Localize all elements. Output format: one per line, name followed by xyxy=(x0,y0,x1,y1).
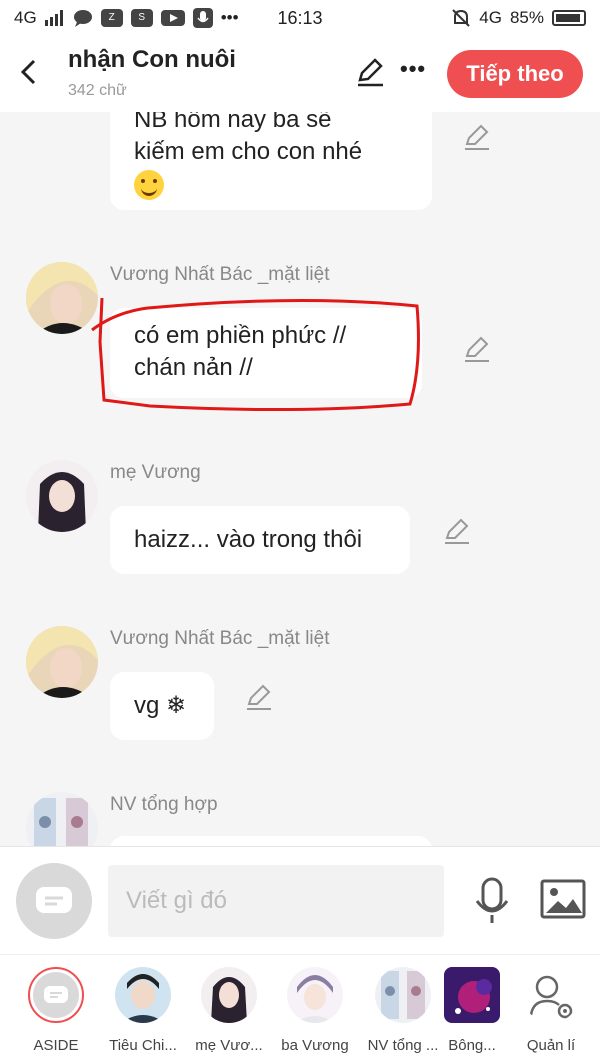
page-title: nhận Con nuôi xyxy=(68,46,236,73)
avatar[interactable] xyxy=(26,792,98,846)
next-button[interactable]: Tiếp theo xyxy=(447,50,583,98)
status-bar: 4G Z S ••• 16:13 4G 85% xyxy=(0,0,600,36)
character-portrait xyxy=(26,792,98,846)
manage-characters-button[interactable]: Quản lí xyxy=(506,967,596,1054)
message-bubble[interactable]: haizz... vào trong thôi xyxy=(110,506,410,574)
character-bar: ASIDE Tiêu Chi... mẹ Vươ... ba Vương NV … xyxy=(0,954,600,1063)
character-item[interactable]: Tiêu Chi... xyxy=(100,967,186,1054)
composer-bar xyxy=(0,846,600,954)
manage-avatar xyxy=(523,967,579,1023)
edit-message-icon[interactable] xyxy=(462,334,492,364)
sender-name: Vương Nhất Bác _mặt liệt xyxy=(110,628,330,649)
avatar[interactable] xyxy=(26,460,98,532)
chat-area[interactable]: NB hôm nay ba sẽ kiếm em cho con nhé Vươ… xyxy=(0,112,600,846)
sender-name: mẹ Vương xyxy=(110,462,201,483)
signal-icon xyxy=(44,10,63,26)
character-item[interactable]: ba Vương xyxy=(272,967,358,1054)
edit-title-icon[interactable] xyxy=(354,56,386,88)
battery-icon xyxy=(552,10,586,26)
character-item[interactable]: Bông... xyxy=(432,967,512,1054)
back-button[interactable] xyxy=(14,56,42,88)
aside-toggle-button[interactable] xyxy=(16,863,92,939)
character-portrait xyxy=(26,460,98,532)
mute-bell-icon xyxy=(452,9,470,27)
character-label: ASIDE xyxy=(33,1037,79,1054)
more-options-button[interactable]: ••• xyxy=(400,56,426,82)
character-portrait xyxy=(26,626,98,698)
character-avatar xyxy=(287,967,343,1023)
character-avatar xyxy=(444,967,500,1023)
character-avatar xyxy=(201,967,257,1023)
network-indicator: 4G xyxy=(14,8,37,27)
network-indicator-right: 4G xyxy=(479,8,502,27)
character-label: mẹ Vươ... xyxy=(195,1037,263,1054)
s-app-icon: S xyxy=(130,9,153,27)
user-settings-icon xyxy=(529,975,573,1019)
aside-avatar xyxy=(28,967,84,1023)
aside-chat-icon xyxy=(44,986,68,1003)
message-bubble[interactable]: NB hôm nay ba sẽ kiếm em cho con nhé xyxy=(110,112,432,210)
battery-percent: 85% xyxy=(509,8,544,27)
message-line: vg ❄ xyxy=(134,692,187,719)
character-item[interactable]: mẹ Vươ... xyxy=(186,967,272,1054)
edit-message-icon[interactable] xyxy=(462,122,492,152)
aside-chat-icon xyxy=(36,887,72,913)
youtube-icon xyxy=(160,10,185,26)
character-label: Quản lí xyxy=(526,1037,576,1054)
message-line: haizz... vào trong thôi xyxy=(134,526,363,553)
edit-message-icon[interactable] xyxy=(244,682,274,712)
character-label: Bông... xyxy=(448,1037,496,1054)
image-icon[interactable] xyxy=(540,877,586,921)
microphone-icon[interactable] xyxy=(470,877,514,925)
message-bubble[interactable] xyxy=(110,836,432,846)
message-line: NB hôm nay ba sẽ xyxy=(134,112,332,133)
character-avatar xyxy=(375,967,431,1023)
avatar[interactable] xyxy=(26,626,98,698)
edit-message-icon[interactable] xyxy=(442,516,472,546)
header: nhận Con nuôi 342 chữ ••• Tiếp theo xyxy=(0,36,600,112)
chat-icon xyxy=(73,10,92,27)
character-label: ba Vương xyxy=(281,1037,349,1054)
character-avatar xyxy=(115,967,171,1023)
character-item-aside[interactable]: ASIDE xyxy=(13,967,99,1054)
word-count: 342 chữ xyxy=(68,82,127,99)
sender-name: NV tổng hợp xyxy=(110,794,218,815)
chevron-left-icon xyxy=(20,59,36,85)
more-status-icon: ••• xyxy=(220,8,239,27)
message-bubble[interactable]: vg ❄ xyxy=(110,672,214,740)
smile-emoji xyxy=(134,169,164,200)
zalo-icon: Z xyxy=(100,9,123,27)
message-input[interactable] xyxy=(108,865,444,937)
character-label: Tiêu Chi... xyxy=(109,1037,177,1054)
message-line: kiếm em cho con nhé xyxy=(134,138,363,165)
microphone-status-icon xyxy=(192,8,213,28)
